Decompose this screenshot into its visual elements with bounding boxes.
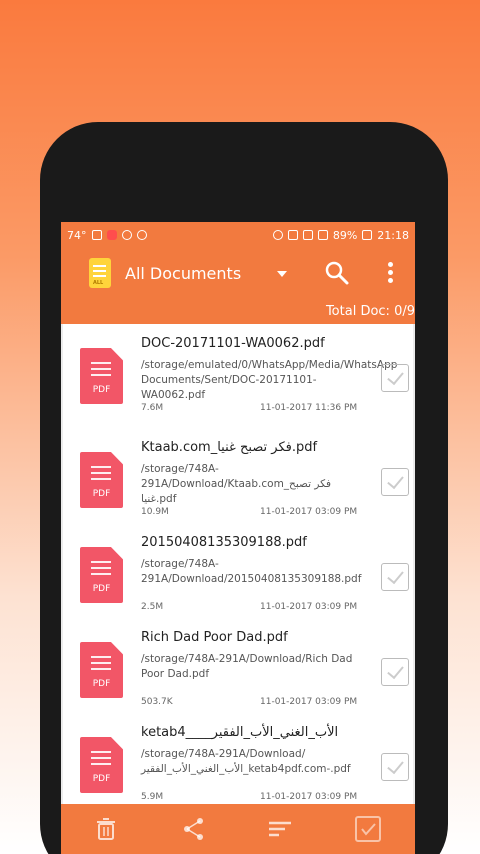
app-notification-icon <box>106 230 117 240</box>
file-path: /storage/748A-291A/Download/الأب_الغني_ا… <box>141 748 351 775</box>
search-icon[interactable] <box>324 260 350 286</box>
pdf-icon-label: PDF <box>92 385 111 395</box>
file-name: Ktaab.com_فكر تصبح غنيا.pdf <box>141 440 318 455</box>
document-list[interactable]: PDF DOC-20171101-WA0062.pdf /storage/emu… <box>63 324 413 804</box>
whatsapp-notification-icon <box>136 230 147 240</box>
status-bar: 74° 89% 21:18 <box>61 222 415 248</box>
file-path: /storage/748A-291A/Download/201504081353… <box>141 558 362 585</box>
sort-icon[interactable] <box>267 816 293 842</box>
select-checkbox[interactable] <box>381 364 409 392</box>
pdf-file-icon: PDF <box>80 642 123 698</box>
select-checkbox[interactable] <box>381 658 409 686</box>
alarm-icon <box>272 230 283 240</box>
dropdown-arrow-icon[interactable] <box>277 271 287 277</box>
file-size: 7.6M <box>141 403 164 413</box>
wifi-icon <box>302 230 313 240</box>
select-all-icon[interactable] <box>355 816 381 842</box>
file-size: 503.7K <box>141 697 173 707</box>
delete-icon[interactable] <box>93 816 119 842</box>
filter-title[interactable]: All Documents <box>125 264 241 283</box>
pdf-file-icon: PDF <box>80 452 123 508</box>
list-item[interactable]: PDF Rich Dad Poor Dad.pdf /storage/748A-… <box>63 618 413 713</box>
file-path: /storage/748A-291A/Download/Rich Dad Poo… <box>141 653 353 680</box>
app-logo-icon: ALL <box>89 258 111 288</box>
list-item[interactable]: PDF 20150408135309188.pdf /storage/748A-… <box>63 523 413 618</box>
app-bar: ALL All Documents Total Doc: 0/9 <box>61 248 415 324</box>
battery-icon <box>362 230 373 240</box>
pdf-file-icon: PDF <box>80 737 123 793</box>
app-logo-text: ALL <box>93 280 104 286</box>
pdf-file-icon: PDF <box>80 348 123 404</box>
share-icon[interactable] <box>181 816 207 842</box>
file-name: Rich Dad Poor Dad.pdf <box>141 630 288 645</box>
pdf-file-icon: PDF <box>80 547 123 603</box>
file-date: 11-01-2017 03:09 PM <box>260 507 358 517</box>
app-screen: 74° 89% 21:18 ALL All Documents Total Do… <box>61 222 415 854</box>
file-path: /storage/emulated/0/WhatsApp/Media/Whats… <box>141 359 398 401</box>
list-item[interactable]: PDF DOC-20171101-WA0062.pdf /storage/emu… <box>63 324 413 419</box>
total-doc-count: Total Doc: 0/9 <box>325 304 415 319</box>
select-checkbox[interactable] <box>381 563 409 591</box>
bottom-action-bar <box>61 804 415 854</box>
file-name: DOC-20171101-WA0062.pdf <box>141 336 325 351</box>
clock: 21:18 <box>377 228 409 242</box>
file-path: /storage/748A-291A/Download/Ktaab.com_فك… <box>141 463 331 505</box>
pdf-icon-label: PDF <box>92 679 111 689</box>
file-name: ketab4____الأب_الغني_الأب_الفقير <box>141 725 339 740</box>
file-date: 11-01-2017 03:09 PM <box>260 792 358 802</box>
chrome-notification-icon <box>121 230 132 240</box>
gallery-notification-icon <box>91 230 102 240</box>
file-size: 5.9M <box>141 792 164 802</box>
pdf-icon-label: PDF <box>92 774 111 784</box>
file-size: 10.9M <box>141 507 169 517</box>
battery-level: 89% <box>332 228 358 242</box>
select-checkbox[interactable] <box>381 753 409 781</box>
pdf-icon-label: PDF <box>92 584 111 594</box>
select-checkbox[interactable] <box>381 468 409 496</box>
file-size: 2.5M <box>141 602 164 612</box>
file-date: 11-01-2017 03:09 PM <box>260 697 358 707</box>
file-name: 20150408135309188.pdf <box>141 535 307 550</box>
list-item[interactable]: PDF Ktaab.com_فكر تصبح غنيا.pdf /storage… <box>63 428 413 523</box>
more-options-icon[interactable] <box>384 262 396 286</box>
sim-icon <box>287 230 298 240</box>
pdf-icon-label: PDF <box>92 489 111 499</box>
file-date: 11-01-2017 03:09 PM <box>260 602 358 612</box>
list-item[interactable]: PDF ketab4____الأب_الغني_الأب_الفقير /st… <box>63 713 413 804</box>
temperature-text: 74° <box>67 228 87 242</box>
signal-icon <box>317 230 328 240</box>
file-date: 11-01-2017 11:36 PM <box>260 403 358 413</box>
